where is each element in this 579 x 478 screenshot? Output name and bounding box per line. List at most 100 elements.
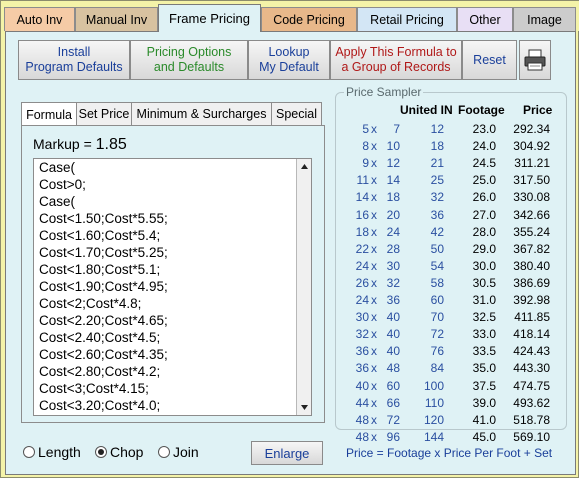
printer-icon — [524, 49, 546, 71]
top-tab-bar: Auto Inv Manual Inv Frame Pricing Code P… — [1, 1, 579, 32]
header-united-in: United IN — [400, 103, 453, 117]
radio-chop-dot[interactable] — [95, 446, 107, 458]
sampler-row: 18 24 42 28.0 355.24 x — [336, 225, 566, 241]
size-width: 26 — [355, 275, 369, 290]
lookup-line2: My Default — [259, 60, 319, 74]
size-separator: x — [371, 173, 377, 188]
markup-label: Markup = — [33, 136, 96, 152]
united-inches: 50 — [430, 241, 444, 256]
size-separator: x — [371, 139, 377, 154]
formula-line: Cost<3;Cost*4.15; — [39, 381, 149, 396]
price: 518.78 — [513, 412, 550, 427]
lookup-default-button[interactable]: Lookup My Default — [248, 40, 330, 80]
sampler-row: 5 7 12 23.0 292.34 x — [336, 122, 566, 138]
radio-join[interactable]: Join — [158, 444, 199, 460]
sampler-row: 24 36 60 31.0 392.98 x — [336, 293, 566, 309]
size-width: 44 — [355, 395, 369, 410]
radio-join-dot[interactable] — [158, 446, 170, 458]
formula-line: Case( — [39, 160, 76, 175]
install-defaults-button[interactable]: Install Program Defaults — [18, 40, 130, 80]
panel-tab-formula[interactable]: Formula — [21, 102, 77, 127]
radio-join-label: Join — [173, 444, 199, 460]
united-inches: 100 — [423, 378, 444, 393]
pricing-line2: and Defaults — [153, 60, 225, 74]
sampler-row: 22 28 50 29.0 367.82 x — [336, 242, 566, 258]
apply-line1: Apply This Formula to — [335, 45, 457, 59]
price: 355.24 — [513, 224, 550, 239]
enlarge-button[interactable]: Enlarge — [251, 441, 323, 465]
footage: 27.0 — [472, 207, 496, 222]
footage: 26.0 — [472, 190, 496, 205]
print-button[interactable] — [519, 40, 551, 80]
price-sampler-title: Price Sampler — [344, 85, 424, 99]
scroll-up-icon[interactable] — [299, 161, 310, 172]
size-separator: x — [371, 241, 377, 256]
size-width: 36 — [355, 361, 369, 376]
panel-tab-minimum-surcharges[interactable]: Minimum & Surcharges — [131, 102, 272, 126]
formula-line: Cost<3.40;Cost*3.85; — [34, 414, 311, 415]
toolbar: Install Program Defaults Pricing Options a… — [18, 40, 551, 80]
size-separator: x — [371, 122, 377, 136]
price: 292.34 — [513, 122, 550, 136]
footage: 24.0 — [472, 139, 496, 154]
radio-length-dot[interactable] — [23, 446, 35, 458]
united-inches: 32 — [430, 190, 444, 205]
scroll-down-icon[interactable] — [299, 402, 310, 413]
size-separator: x — [371, 275, 377, 290]
panel-tab-special[interactable]: Special — [271, 102, 322, 126]
frame-pricing-window: Auto Inv Manual Inv Frame Pricing Code P… — [0, 0, 579, 478]
tab-image[interactable]: Image — [513, 7, 576, 31]
tab-frame-pricing[interactable]: Frame Pricing — [158, 4, 261, 32]
radio-length[interactable]: Length — [23, 444, 81, 460]
tab-other[interactable]: Other — [457, 7, 513, 31]
apply-formula-button[interactable]: Apply This Formula to a Group of Records — [330, 40, 462, 80]
sampler-row: 32 40 72 33.0 418.14 x — [336, 327, 566, 343]
reset-button[interactable]: Reset — [462, 40, 517, 80]
footage: 35.0 — [472, 361, 496, 376]
formula-line: Cost<2.60;Cost*4.35; — [39, 347, 168, 362]
price: 380.40 — [513, 258, 550, 273]
sampler-row: 48 72 120 41.0 518.78 x — [336, 413, 566, 429]
size-separator: x — [371, 190, 377, 205]
footage: 33.0 — [472, 327, 496, 342]
sampler-row: 30 40 70 32.5 411.85 x — [336, 310, 566, 326]
size-separator: x — [371, 224, 377, 239]
markup-value: 1.85 — [95, 136, 127, 153]
size-separator: x — [371, 395, 377, 410]
frame-pricing-content: Install Program Defaults Pricing Options a… — [5, 31, 576, 475]
footage: 29.0 — [472, 241, 496, 256]
size-separator: x — [371, 378, 377, 393]
united-inches: 12 — [430, 122, 444, 136]
size-separator: x — [371, 293, 377, 307]
united-inches: 54 — [430, 258, 444, 273]
footage: 31.0 — [472, 293, 496, 307]
footage: 28.0 — [472, 224, 496, 239]
tab-retail-pricing[interactable]: Retail Pricing — [357, 7, 457, 31]
pricing-options-button[interactable]: Pricing Options and Defaults — [130, 40, 248, 80]
sampler-row: 36 48 84 35.0 443.30 x — [336, 361, 566, 377]
footage: 25.0 — [472, 173, 496, 188]
footage: 45.0 — [472, 429, 496, 444]
size-width: 24 — [355, 293, 369, 307]
sampler-row: 14 18 32 26.0 330.08 x — [336, 190, 566, 206]
tab-manual-inv[interactable]: Manual Inv — [75, 7, 158, 31]
price: 569.10 — [513, 429, 550, 444]
install-line1: Install — [57, 45, 91, 59]
sampler-row: 48 96 144 45.0 569.10 x — [336, 430, 566, 446]
tab-auto-inv[interactable]: Auto Inv — [4, 7, 75, 31]
panel-tab-set-price[interactable]: Set Price — [76, 102, 132, 126]
price: 367.82 — [513, 241, 550, 256]
formula-scrollbar[interactable] — [296, 159, 311, 415]
formula-line: Cost<2.40;Cost*4.5; — [39, 330, 161, 345]
radio-chop[interactable]: Chop — [95, 444, 143, 460]
united-inches: 70 — [430, 310, 444, 325]
formula-textarea[interactable]: Case(Cost>0; Case(Cost<1.50;Cost*5.55; Cos… — [33, 158, 312, 416]
sampler-row: 40 60 100 37.5 474.75 x — [336, 379, 566, 395]
united-inches: 72 — [430, 327, 444, 342]
price: 411.85 — [514, 310, 550, 325]
tab-code-pricing[interactable]: Code Pricing — [261, 7, 357, 31]
price-formula-note: Price = Footage x Price Per Foot + Set — [346, 446, 553, 460]
price: 418.14 — [513, 327, 550, 342]
sampler-row: 26 32 58 30.5 386.69 x — [336, 276, 566, 292]
markup-display: Markup = 1.85 — [33, 136, 127, 154]
